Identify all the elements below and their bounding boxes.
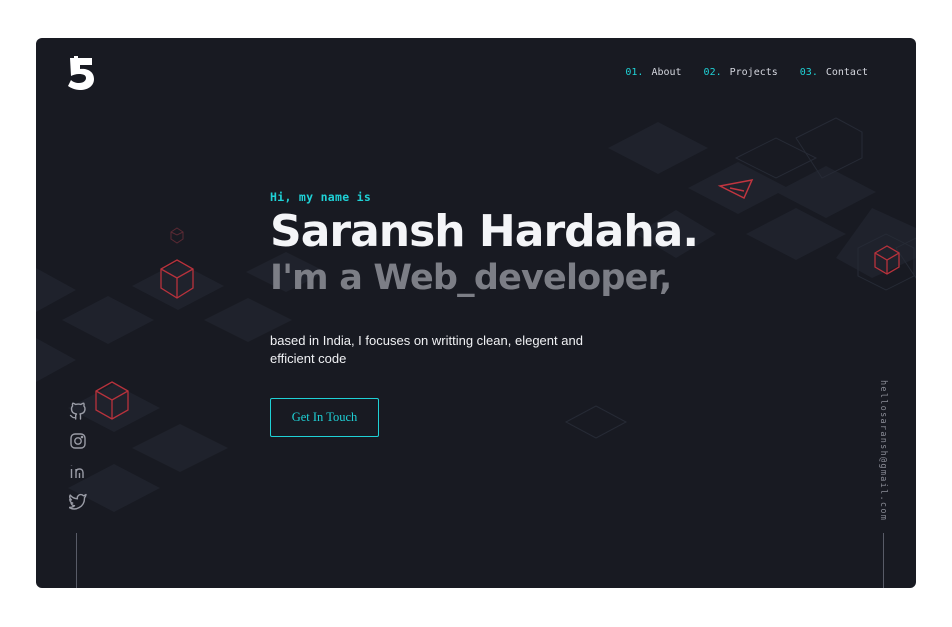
hero-frame: 01. About 02. Projects 03. Contact Hi, m… — [36, 38, 916, 588]
instagram-icon[interactable] — [69, 432, 87, 450]
main-nav: 01. About 02. Projects 03. Contact — [625, 67, 868, 78]
nav-item-number: 02. — [703, 67, 722, 78]
hero-role: I'm a Web_developer, — [270, 258, 672, 298]
nav-item-number: 03. — [799, 67, 818, 78]
hero-greeting: Hi, my name is — [270, 190, 372, 204]
nav-item-label: About — [651, 67, 682, 78]
hero-description: based in India, I focuses on writting cl… — [270, 333, 583, 366]
nav-item-label: Projects — [729, 67, 778, 78]
nav-item-contact[interactable]: 03. Contact — [800, 67, 868, 78]
nav-item-projects[interactable]: 02. Projects — [704, 67, 778, 78]
twitter-icon[interactable] — [69, 492, 87, 510]
logo-icon[interactable] — [68, 56, 96, 90]
social-links — [69, 402, 87, 510]
linkedin-icon[interactable] — [69, 462, 87, 480]
nav-item-about[interactable]: 01. About — [625, 67, 681, 78]
nav-item-number: 01. — [625, 67, 644, 78]
get-in-touch-button[interactable]: Get In Touch — [270, 398, 379, 437]
right-divider-line — [883, 533, 884, 588]
left-divider-line — [76, 533, 77, 588]
github-icon[interactable] — [69, 402, 87, 420]
hero-section: Hi, my name is Saransh Hardaha. I'm a We… — [270, 190, 699, 368]
nav-item-label: Contact — [825, 67, 868, 78]
email-link[interactable]: hellosaransh@gmail.com — [878, 380, 888, 521]
hero-name: Saransh Hardaha. — [270, 206, 699, 257]
